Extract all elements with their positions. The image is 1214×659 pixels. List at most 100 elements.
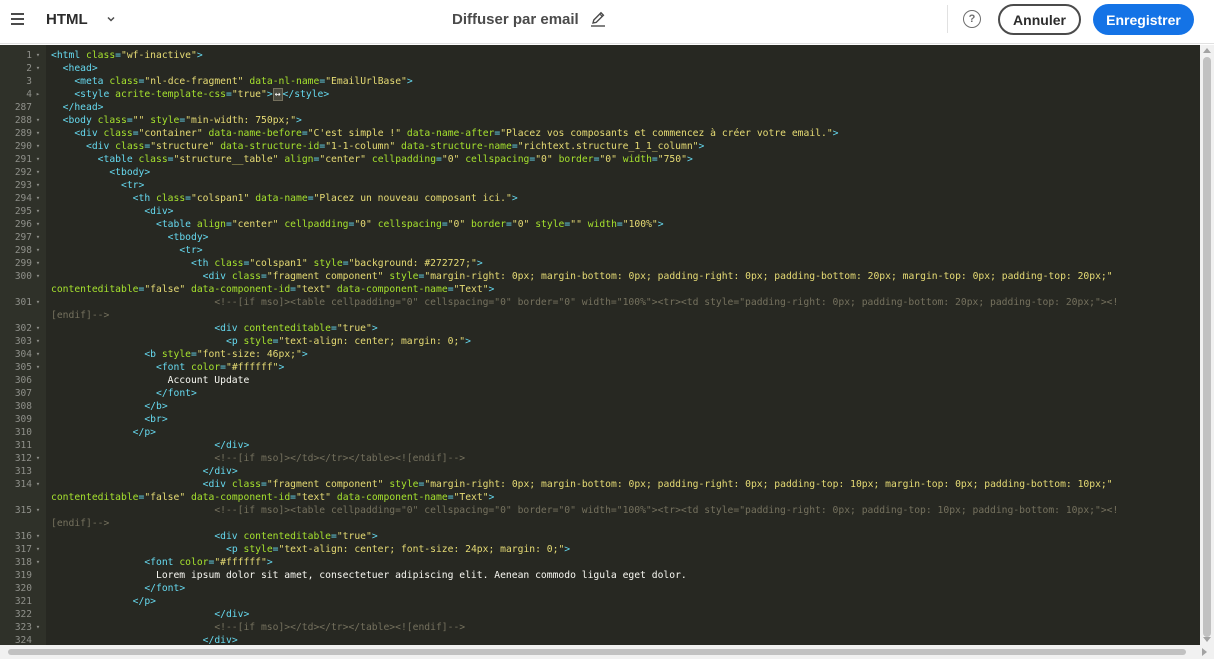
code-line[interactable]: </font> bbox=[51, 387, 197, 400]
code-line[interactable]: </div> bbox=[51, 608, 249, 621]
code-line[interactable]: <font color="#ffffff"> bbox=[51, 361, 284, 374]
code-line[interactable]: <table align="center" cellpadding="0" ce… bbox=[51, 218, 664, 231]
code-line[interactable]: <tr> bbox=[51, 179, 144, 192]
fold-toggle-icon[interactable]: ▾ bbox=[34, 166, 42, 179]
fold-toggle-icon[interactable]: ▾ bbox=[34, 543, 42, 556]
fold-toggle-icon[interactable]: ▾ bbox=[34, 621, 42, 634]
code-line[interactable]: <div contenteditable="true"> bbox=[51, 530, 377, 543]
code-string-token: "text-align: center; margin: 0;" bbox=[278, 336, 466, 347]
code-line[interactable]: </div> bbox=[51, 634, 238, 645]
fold-toggle-icon[interactable]: ▸ bbox=[34, 88, 42, 101]
code-line[interactable]: <b style="font-size: 46px;"> bbox=[51, 348, 307, 361]
code-line[interactable]: <head> bbox=[51, 62, 98, 75]
vertical-scroll-thumb[interactable] bbox=[1203, 57, 1211, 637]
vertical-scrollbar[interactable] bbox=[1200, 45, 1214, 645]
code-line[interactable]: <style acrite-template-css="true"> ↔ </sty… bbox=[51, 88, 329, 101]
fold-toggle-icon[interactable]: ▾ bbox=[34, 192, 42, 205]
fold-toggle-icon[interactable]: ▾ bbox=[34, 114, 42, 127]
code-line[interactable]: <div class="fragment component" style="m… bbox=[51, 270, 1113, 283]
fold-toggle-icon[interactable]: ▾ bbox=[34, 452, 42, 465]
code-line[interactable]: <br> bbox=[51, 413, 167, 426]
fold-toggle-icon[interactable]: ▾ bbox=[34, 62, 42, 75]
fold-toggle-icon[interactable]: ▾ bbox=[34, 179, 42, 192]
code-line[interactable]: </p> bbox=[51, 595, 156, 608]
code-string-token: "background: #272727;" bbox=[348, 258, 477, 269]
code-line[interactable]: <font color="#ffffff"> bbox=[51, 556, 272, 569]
code-line[interactable]: contenteditable="false" data-component-i… bbox=[51, 283, 494, 296]
code-line[interactable]: <!--[if mso]></td></tr></table><![endif]… bbox=[51, 452, 465, 465]
fold-toggle-icon[interactable]: ▾ bbox=[34, 556, 42, 569]
code-text-area[interactable]: <html class="wf-inactive"> <head> <meta … bbox=[46, 45, 1200, 645]
code-line[interactable]: contenteditable="false" data-component-i… bbox=[51, 491, 494, 504]
code-attribute-token: class bbox=[97, 115, 127, 126]
scroll-up-arrow-icon[interactable] bbox=[1203, 48, 1211, 53]
code-line[interactable]: <body class="" style="min-width: 750px;"… bbox=[51, 114, 302, 127]
fold-toggle-icon[interactable]: ▾ bbox=[34, 361, 42, 374]
code-line[interactable]: <div class="container" data-name-before=… bbox=[51, 127, 838, 140]
code-tag-token: <font bbox=[155, 362, 191, 373]
edit-pencil-icon[interactable] bbox=[589, 10, 607, 28]
code-line[interactable]: <html class="wf-inactive"> bbox=[51, 49, 203, 62]
code-line[interactable]: </p> bbox=[51, 426, 156, 439]
code-fold-marker[interactable]: ↔ bbox=[272, 88, 283, 101]
code-line[interactable]: [endif]--> bbox=[51, 517, 109, 530]
fold-toggle-icon[interactable]: ▾ bbox=[34, 348, 42, 361]
code-line[interactable]: <tr> bbox=[51, 244, 202, 257]
code-line[interactable]: <th class="colspan1" style="background: … bbox=[51, 257, 483, 270]
code-line[interactable]: <!--[if mso]><table cellpadding="0" cell… bbox=[51, 296, 1118, 309]
code-line[interactable]: <p style="text-align: center; font-size:… bbox=[51, 543, 570, 556]
fold-toggle-icon[interactable]: ▾ bbox=[34, 127, 42, 140]
horizontal-scrollbar[interactable] bbox=[0, 645, 1214, 659]
cancel-button[interactable]: Annuler bbox=[998, 4, 1081, 35]
save-button[interactable]: Enregistrer bbox=[1093, 4, 1194, 35]
code-line[interactable]: <p style="text-align: center; margin: 0;… bbox=[51, 335, 471, 348]
fold-toggle-icon[interactable]: ▾ bbox=[34, 140, 42, 153]
code-line[interactable]: [endif]--> bbox=[51, 309, 109, 322]
code-line[interactable]: <table class="structure__table" align="c… bbox=[51, 153, 693, 166]
code-line[interactable]: <div class="structure" data-structure-id… bbox=[51, 140, 704, 153]
scroll-down-arrow-icon[interactable] bbox=[1203, 637, 1211, 642]
code-line[interactable]: </div> bbox=[51, 439, 249, 452]
fold-toggle-icon[interactable]: ▾ bbox=[34, 335, 42, 348]
fold-toggle-icon[interactable]: ▾ bbox=[34, 153, 42, 166]
hamburger-menu-icon[interactable] bbox=[8, 9, 28, 29]
fold-toggle-icon[interactable]: ▾ bbox=[34, 49, 42, 62]
code-line[interactable]: </div> bbox=[51, 465, 238, 478]
code-editor[interactable]: 1 ▾ 2 ▾ 3 4 ▸ 287 288 ▾ 289 ▾ 290 ▾ 291 ▾ 292 ▾ 293 ▾ 294 ▾ 29… bbox=[0, 45, 1214, 659]
fold-toggle-icon[interactable]: ▾ bbox=[34, 205, 42, 218]
code-line[interactable]: <div> bbox=[51, 205, 173, 218]
code-string-token: "#ffffff" bbox=[226, 362, 279, 373]
code-line[interactable]: <tbody> bbox=[51, 231, 209, 244]
code-tag-token: </head> bbox=[62, 102, 104, 113]
fold-toggle-icon[interactable]: ▾ bbox=[34, 478, 42, 491]
code-attribute-token: class bbox=[231, 271, 261, 282]
code-line[interactable]: Account Update bbox=[51, 374, 250, 387]
code-line[interactable]: <div class="fragment component" style="m… bbox=[51, 478, 1113, 491]
fold-toggle-icon[interactable]: ▾ bbox=[34, 296, 42, 309]
horizontal-scroll-thumb[interactable] bbox=[8, 649, 1186, 655]
editor-mode-dropdown[interactable]: HTML bbox=[46, 9, 117, 29]
scroll-right-arrow-icon[interactable] bbox=[1202, 648, 1207, 656]
fold-toggle-icon[interactable]: ▾ bbox=[34, 530, 42, 543]
code-tag-token: <div bbox=[202, 479, 232, 490]
code-line[interactable]: <meta class="nl-dce-fragment" data-nl-na… bbox=[51, 75, 412, 88]
fold-toggle-icon[interactable]: ▾ bbox=[34, 231, 42, 244]
fold-toggle-icon[interactable]: ▾ bbox=[34, 218, 42, 231]
code-line[interactable]: Lorem ipsum dolor sit amet, consectetuer… bbox=[51, 569, 687, 582]
code-line[interactable]: <tbody> bbox=[51, 166, 150, 179]
code-line[interactable]: <!--[if mso]></td></tr></table><![endif]… bbox=[51, 621, 465, 634]
fold-toggle-icon[interactable]: ▾ bbox=[34, 257, 42, 270]
code-line[interactable]: <div contenteditable="true"> bbox=[51, 322, 377, 335]
fold-toggle-icon[interactable]: ▾ bbox=[34, 244, 42, 257]
code-line[interactable]: <th class="colspan1" data-name="Placez u… bbox=[51, 192, 518, 205]
code-line[interactable]: </b> bbox=[51, 400, 167, 413]
help-icon[interactable]: ? bbox=[963, 10, 981, 28]
code-line[interactable]: </font> bbox=[51, 582, 185, 595]
fold-toggle-icon[interactable]: ▾ bbox=[34, 504, 42, 517]
fold-toggle-icon[interactable]: ▾ bbox=[34, 270, 42, 283]
fold-toggle-icon[interactable]: ▾ bbox=[34, 322, 42, 335]
code-line[interactable]: </head> bbox=[51, 101, 104, 114]
code-line[interactable]: <!--[if mso]><table cellpadding="0" cell… bbox=[51, 504, 1118, 517]
